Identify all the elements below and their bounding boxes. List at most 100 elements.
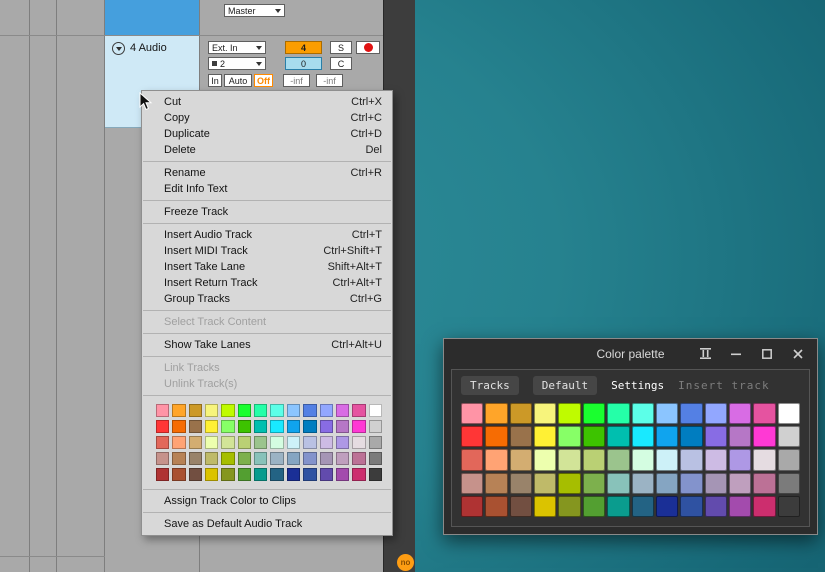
monitor-in-button[interactable]: In [208, 74, 222, 87]
color-swatch[interactable] [286, 436, 301, 449]
menu-item-cut[interactable]: Cut Ctrl+X [142, 94, 392, 110]
color-swatch[interactable] [753, 495, 776, 517]
color-swatch[interactable] [704, 495, 727, 517]
color-swatch[interactable] [728, 426, 752, 448]
color-swatch[interactable] [319, 436, 333, 449]
input-channel-box[interactable]: 4 [285, 41, 322, 54]
color-swatch[interactable] [303, 420, 317, 433]
color-swatch[interactable] [777, 472, 800, 494]
input-type-chooser[interactable]: Ext. In [208, 41, 266, 54]
color-swatch[interactable] [631, 403, 654, 425]
menu-item-freeze-track[interactable]: Freeze Track [142, 204, 392, 220]
color-swatch[interactable] [237, 452, 252, 465]
track-name[interactable]: 4 Audio [130, 42, 167, 54]
color-swatch[interactable] [237, 436, 252, 449]
color-swatch[interactable] [509, 495, 533, 517]
input-sub-chooser[interactable]: 2 [208, 57, 266, 70]
color-swatch[interactable] [704, 403, 727, 425]
color-swatch[interactable] [680, 426, 703, 448]
color-swatch[interactable] [286, 404, 301, 417]
color-swatch[interactable] [352, 404, 366, 417]
color-swatch[interactable] [607, 426, 630, 448]
color-swatch[interactable] [335, 436, 350, 449]
color-swatch[interactable] [558, 403, 581, 425]
color-swatch[interactable] [303, 404, 317, 417]
color-swatch[interactable] [221, 436, 235, 449]
color-swatch[interactable] [631, 449, 654, 471]
color-swatch[interactable] [631, 426, 654, 448]
color-swatch[interactable] [461, 495, 484, 517]
color-swatch[interactable] [607, 495, 630, 517]
color-swatch[interactable] [254, 452, 268, 465]
color-swatch[interactable] [352, 468, 366, 481]
color-swatch[interactable] [509, 472, 533, 494]
color-swatch[interactable] [205, 420, 219, 433]
menu-item-insert-midi-track[interactable]: Insert MIDI Track Ctrl+Shift+T [142, 243, 392, 259]
color-swatch[interactable] [188, 420, 203, 433]
color-swatch[interactable] [221, 420, 235, 433]
color-swatch[interactable] [704, 449, 727, 471]
color-swatch[interactable] [368, 436, 382, 449]
color-swatch[interactable] [558, 449, 581, 471]
color-swatch[interactable] [368, 404, 382, 417]
color-swatch[interactable] [270, 404, 284, 417]
meter-left[interactable]: -inf [283, 74, 310, 87]
color-swatch[interactable] [753, 472, 776, 494]
color-swatch[interactable] [534, 495, 557, 517]
color-swatch[interactable] [655, 472, 679, 494]
color-swatch[interactable] [509, 426, 533, 448]
color-swatch[interactable] [352, 452, 366, 465]
master-track-chooser[interactable]: Master [224, 4, 285, 17]
tab-tracks[interactable]: Tracks [461, 376, 519, 395]
color-swatch[interactable] [777, 426, 800, 448]
color-swatch[interactable] [156, 404, 170, 417]
color-swatch[interactable] [286, 468, 301, 481]
close-icon[interactable] [791, 347, 805, 361]
color-swatch[interactable] [534, 449, 557, 471]
color-swatch[interactable] [270, 420, 284, 433]
color-swatch[interactable] [335, 452, 350, 465]
color-swatch[interactable] [655, 426, 679, 448]
color-swatch[interactable] [680, 472, 703, 494]
color-swatch[interactable] [221, 468, 235, 481]
color-swatch[interactable] [254, 404, 268, 417]
color-swatch[interactable] [303, 468, 317, 481]
selected-clip-slot[interactable] [105, 0, 199, 35]
color-swatch[interactable] [237, 420, 252, 433]
color-swatch[interactable] [582, 472, 606, 494]
color-swatch[interactable] [607, 403, 630, 425]
menu-item-insert-take-lane[interactable]: Insert Take Lane Shift+Alt+T [142, 259, 392, 275]
color-swatch[interactable] [558, 495, 581, 517]
color-swatch[interactable] [485, 403, 508, 425]
color-swatch[interactable] [335, 468, 350, 481]
color-swatch[interactable] [655, 449, 679, 471]
color-swatch[interactable] [156, 420, 170, 433]
menu-item-assign-track-color-to-clips[interactable]: Assign Track Color to Clips [142, 493, 392, 509]
color-swatch[interactable] [319, 452, 333, 465]
color-swatch[interactable] [485, 426, 508, 448]
color-swatch[interactable] [631, 472, 654, 494]
color-swatch[interactable] [728, 403, 752, 425]
track-unfold-button[interactable] [112, 42, 125, 55]
color-swatch[interactable] [335, 420, 350, 433]
color-swatch[interactable] [534, 426, 557, 448]
color-swatch[interactable] [582, 449, 606, 471]
send-value-box[interactable]: 0 [285, 57, 322, 70]
color-swatch[interactable] [286, 452, 301, 465]
color-swatch[interactable] [461, 472, 484, 494]
color-swatch[interactable] [509, 403, 533, 425]
menu-item-save-as-default-audio-track[interactable]: Save as Default Audio Track [142, 516, 392, 532]
pin-icon[interactable] [698, 347, 712, 361]
color-swatch[interactable] [221, 404, 235, 417]
solo-button[interactable]: S [330, 41, 352, 54]
menu-item-duplicate[interactable]: Duplicate Ctrl+D [142, 126, 392, 142]
color-swatch[interactable] [205, 404, 219, 417]
color-swatch[interactable] [680, 449, 703, 471]
color-swatch[interactable] [777, 403, 800, 425]
color-swatch[interactable] [221, 452, 235, 465]
color-swatch[interactable] [655, 495, 679, 517]
tab-default[interactable]: Default [532, 376, 598, 395]
color-swatch[interactable] [368, 468, 382, 481]
color-swatch[interactable] [172, 452, 186, 465]
color-swatch[interactable] [485, 449, 508, 471]
